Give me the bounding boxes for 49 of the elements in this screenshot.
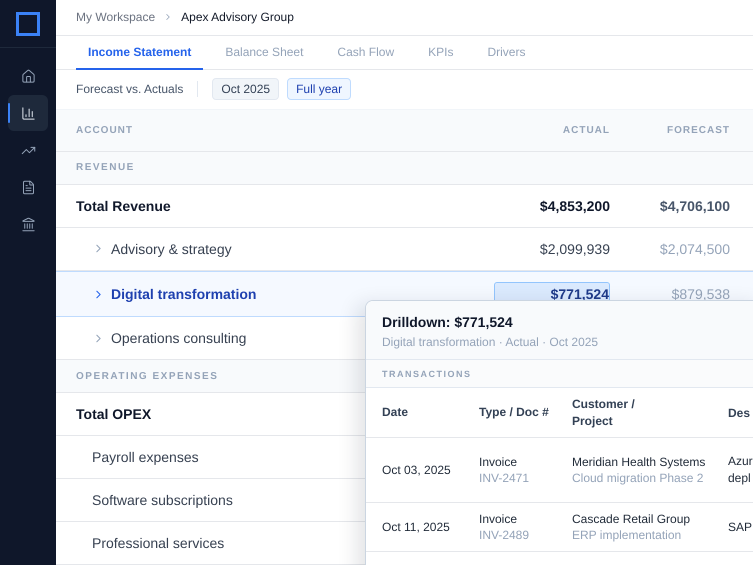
account-name[interactable]: Payroll expenses [92, 449, 199, 466]
date-cell-text: Oct 03, 2025 [381, 463, 452, 477]
home-icon [20, 68, 36, 84]
section-label: TRANSACTIONS [366, 360, 753, 388]
account-name[interactable]: Software subscriptions [92, 492, 233, 508]
document-number: INV-2489 [479, 528, 530, 542]
description-cell: Azur depl [728, 453, 753, 487]
project-name: ERP implementation [572, 528, 682, 542]
actual-value: $4,853,200 [538, 198, 610, 214]
nav-button[interactable] [8, 95, 48, 131]
logo-icon [16, 12, 40, 36]
view-label: Forecast vs. Actuals [76, 82, 184, 96]
popover-subtitle: Digital transformation · Actual · Oct 2025 [382, 335, 600, 349]
document-icon [20, 180, 36, 194]
breadcrumb-link[interactable]: Apex Advisory Group [181, 10, 294, 24]
forecast-value: $879,538 [670, 286, 730, 302]
section-label: REVENUE [76, 162, 135, 174]
bar-chart-icon [20, 106, 36, 120]
customer-name: Cascade Retail Group [572, 512, 692, 526]
account-name[interactable]: Professional services [92, 535, 224, 552]
account-name[interactable]: Advisory & strategy [111, 240, 232, 257]
document-type: Invoice [479, 455, 518, 469]
column-header: FORECAST [666, 124, 730, 136]
filter-chip[interactable]: Oct 2025 [212, 78, 280, 100]
column-header: Customer / Project [572, 396, 636, 430]
column-header: Date [382, 404, 410, 421]
section-label: OPERATING EXPENSES [76, 370, 218, 382]
forecast-value: $2,074,500 [658, 240, 730, 257]
breadcrumb-link[interactable]: My Workspace [76, 10, 156, 24]
account-name: Total Revenue [76, 198, 171, 214]
column-header: ACCOUNT [75, 124, 134, 136]
filter-chip[interactable]: Full year [287, 78, 352, 100]
account-name[interactable]: Digital transformation [111, 286, 256, 302]
account-name[interactable]: Operations consulting [111, 330, 246, 346]
popover-title: Drilldown: $771,524 [382, 314, 514, 330]
column-header: Type / Doc # [479, 404, 549, 421]
column-header: ACTUAL [562, 124, 610, 136]
account-name: Total OPEX [76, 406, 152, 422]
forecast-value: $4,706,100 [658, 198, 730, 214]
customer-name: Meridian Health Systems [572, 455, 706, 469]
tab[interactable]: Income Statement [76, 36, 204, 70]
column-header: Des [728, 406, 752, 420]
document-number: INV-2471 [479, 471, 530, 485]
project-name: Cloud migration Phase 2 [572, 471, 704, 485]
date-cell-text: Oct 11, 2025 [381, 520, 451, 534]
document-type: Invoice [479, 512, 518, 526]
bank-icon [20, 216, 36, 232]
description-cell: SAP [728, 518, 753, 536]
actual-value[interactable]: $2,099,939 [470, 240, 610, 257]
